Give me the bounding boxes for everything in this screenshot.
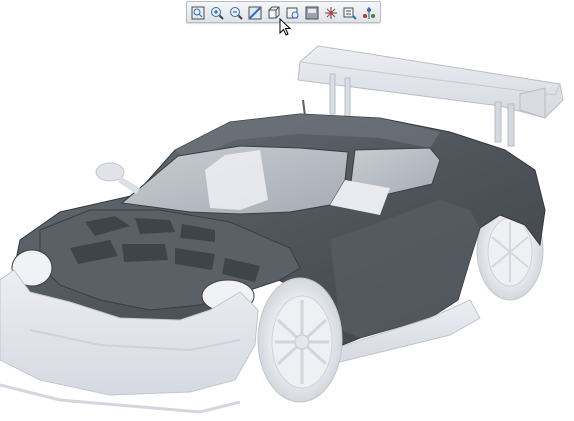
saved-views-button[interactable] <box>284 4 302 22</box>
antenna <box>302 99 306 117</box>
car-3d-model <box>0 45 564 414</box>
datum-display-button[interactable] <box>322 4 340 22</box>
display-style-button[interactable] <box>303 4 321 22</box>
zoom-in-icon <box>211 7 224 20</box>
spin-center-button[interactable] <box>360 4 378 22</box>
view-orientation-button[interactable] <box>265 4 283 22</box>
zoom-in-button[interactable] <box>208 4 226 22</box>
repaint-button[interactable] <box>246 4 264 22</box>
datum-display-icon <box>325 7 337 19</box>
view-orientation-icon <box>268 6 280 19</box>
saved-views-icon <box>286 7 299 19</box>
zoom-fit-button[interactable] <box>189 4 207 22</box>
view-toolbar <box>186 1 381 23</box>
repaint-icon <box>248 6 262 20</box>
front-wheel <box>257 277 343 403</box>
zoom-out-icon <box>230 7 243 20</box>
model-viewport[interactable] <box>0 0 574 417</box>
zoom-fit-icon <box>191 6 205 20</box>
zoom-out-button[interactable] <box>227 4 245 22</box>
side-mirror <box>95 162 140 194</box>
spin-center-icon <box>363 7 375 19</box>
display-style-icon <box>305 6 319 20</box>
annotation-display-button[interactable] <box>341 4 359 22</box>
annotation-display-icon <box>343 7 357 20</box>
